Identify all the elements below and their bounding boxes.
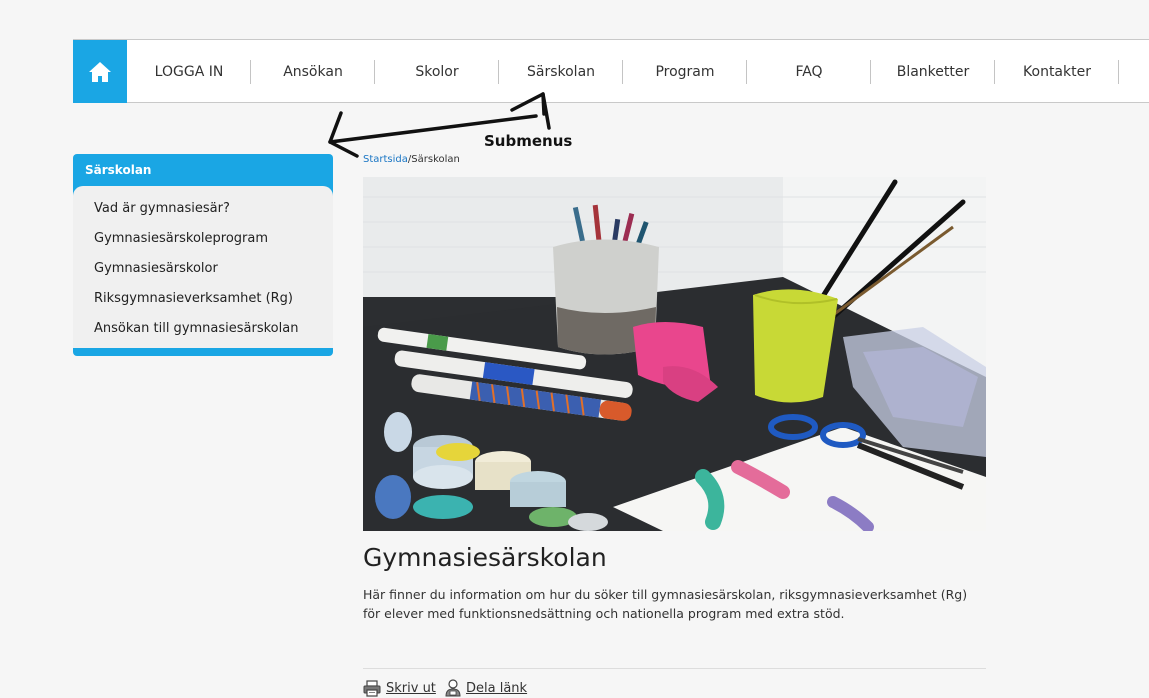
sidebar-item-ansokan[interactable]: Ansökan till gymnasiesärskolan bbox=[94, 321, 298, 336]
annotation-label: Submenus bbox=[484, 132, 573, 150]
sidebar-item-vad-ar-gymnasiesar[interactable]: Vad är gymnasiesär? bbox=[94, 201, 230, 216]
intro-text: Här finner du information om hur du söke… bbox=[363, 587, 968, 621]
page-title: Gymnasiesärskolan bbox=[363, 543, 607, 572]
top-navigation: LOGGA IN Ansökan Skolor Särskolan Progra… bbox=[73, 39, 1149, 103]
nav-skolor[interactable]: Skolor bbox=[375, 40, 499, 103]
nav-blanketter[interactable]: Blanketter bbox=[871, 40, 995, 103]
nav-faq[interactable]: FAQ bbox=[747, 40, 871, 103]
share-link-button[interactable]: Dela länk bbox=[445, 678, 527, 698]
nav-separator bbox=[1118, 60, 1119, 84]
home-button[interactable] bbox=[73, 40, 127, 103]
breadcrumb-home-link[interactable]: Startsida bbox=[363, 154, 408, 165]
share-link-label: Dela länk bbox=[466, 680, 528, 696]
divider bbox=[363, 668, 986, 669]
printer-icon bbox=[363, 679, 381, 697]
sidebar-list: Vad är gymnasiesär? Gymnasiesärskoleprog… bbox=[73, 186, 333, 348]
breadcrumb-current: /Särskolan bbox=[407, 154, 460, 165]
nav-ansokan[interactable]: Ansökan bbox=[251, 40, 375, 103]
sidebar-title: Särskolan bbox=[85, 163, 152, 177]
print-label: Skriv ut bbox=[386, 680, 436, 696]
art-supplies-illustration bbox=[363, 177, 986, 531]
nav-login[interactable]: LOGGA IN bbox=[127, 40, 251, 103]
sidebar-submenu: Särskolan Vad är gymnasiesär? Gymnasiesä… bbox=[73, 154, 333, 356]
sidebar-item-gymnasiesarskolor[interactable]: Gymnasiesärskolor bbox=[94, 261, 218, 276]
hero-image bbox=[363, 177, 986, 531]
nav-sarskolan[interactable]: Särskolan bbox=[499, 40, 623, 103]
sidebar-item-gymnasiesarskoleprogram[interactable]: Gymnasiesärskoleprogram bbox=[94, 231, 268, 246]
sidebar-item-riksgymnasieverksamhet[interactable]: Riksgymnasieverksamhet (Rg) bbox=[94, 291, 293, 306]
breadcrumb: Startsida/Särskolan bbox=[363, 154, 460, 165]
home-icon bbox=[89, 61, 111, 82]
person-share-icon bbox=[445, 679, 461, 697]
nav-program[interactable]: Program bbox=[623, 40, 747, 103]
print-button[interactable]: Skriv ut bbox=[363, 678, 436, 698]
nav-kontakter[interactable]: Kontakter bbox=[995, 40, 1119, 103]
